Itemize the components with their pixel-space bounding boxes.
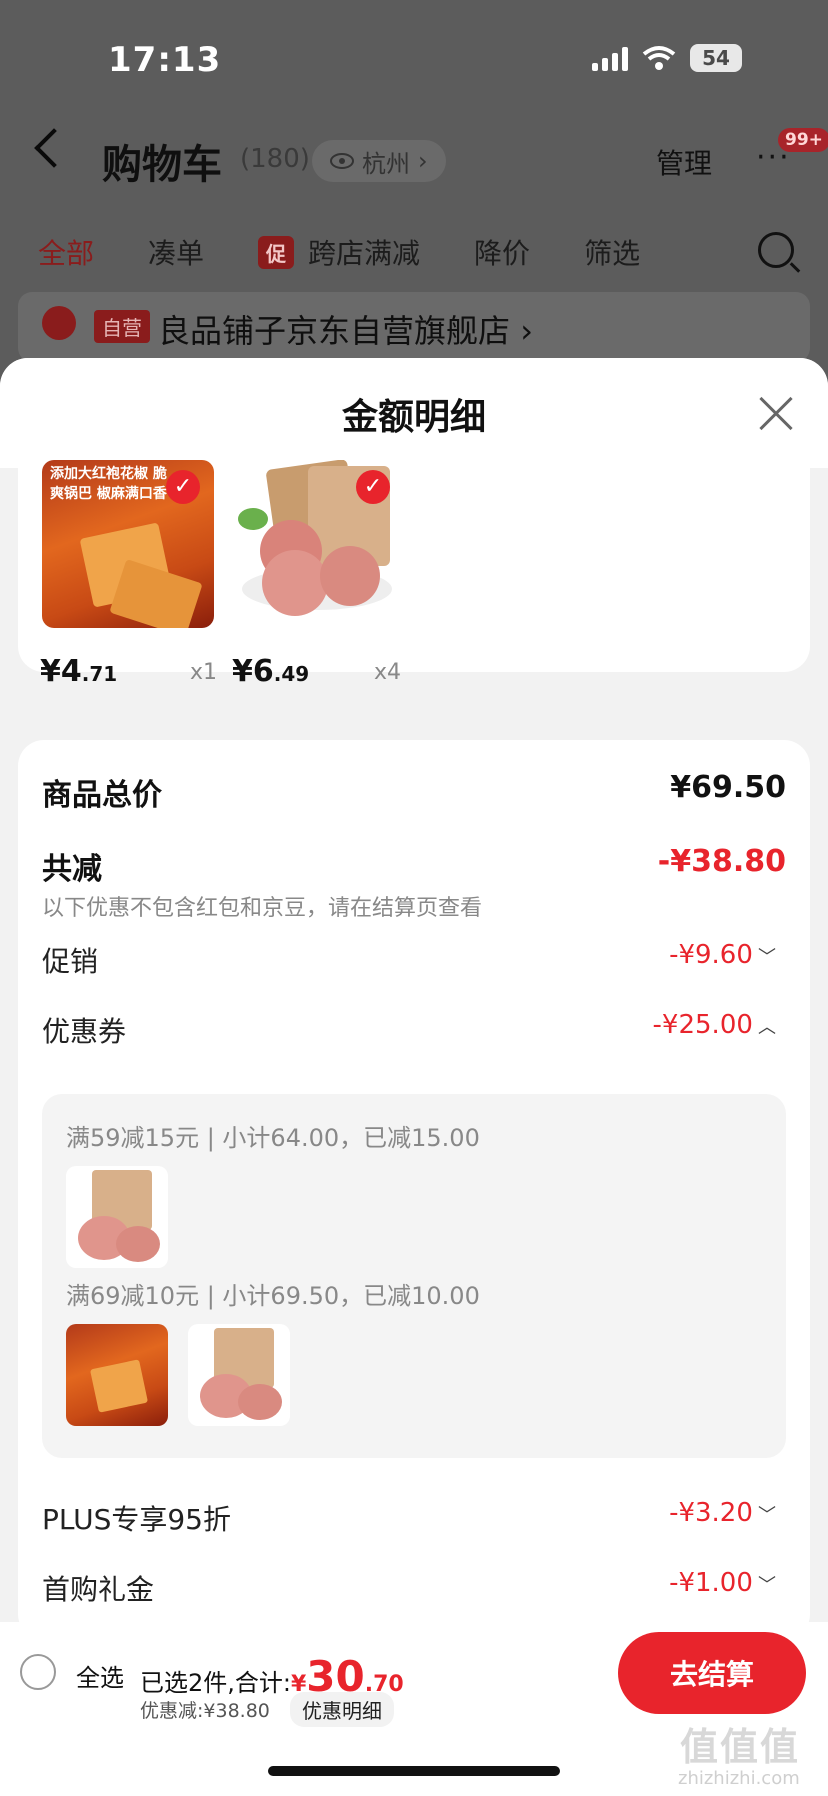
coupon-label: 优惠券 (42, 1015, 127, 1048)
hawthorn-slice (262, 550, 328, 616)
home-indicator (268, 1766, 560, 1776)
store-name-label: 良品铺子京东自营旗舰店 (158, 312, 511, 350)
status-icons: 54 (592, 44, 742, 72)
reduce-label: 共减 (42, 852, 102, 887)
tab-filter[interactable]: 筛选 (584, 232, 640, 272)
checkout-button[interactable]: 去结算 (618, 1632, 806, 1714)
promo-tag: 促 (258, 235, 295, 269)
hawthorn-slice (116, 1226, 160, 1262)
plus-row-toggle[interactable]: -¥3.20 ﹀ (669, 1498, 776, 1528)
chevron-up-icon: ︿ (758, 1017, 776, 1038)
tab-all[interactable]: 全部 (38, 232, 94, 272)
watermark: 值值值 (680, 1725, 801, 1769)
cart-count: (180) (240, 144, 310, 174)
promo-label: 促销 (42, 945, 99, 978)
coupon-product-thumb-hawthorn (66, 1166, 168, 1268)
store-check-icon[interactable] (42, 306, 76, 340)
store-self-tag: 自营 (94, 310, 150, 343)
page-title: 购物车 (102, 142, 222, 188)
location-selector[interactable]: 杭州 › (312, 140, 446, 182)
product-image-text: 添加大红袍花椒 脆爽锅巴 椒麻满口香 (50, 466, 167, 502)
product-price: ¥6.49 (232, 654, 309, 689)
close-icon[interactable] (756, 394, 796, 434)
product-qty: x4 (374, 660, 402, 685)
coupon-detail-box: 满59减15元 | 小计64.00，已减15.00 满69减10元 | 小计69… (42, 1094, 786, 1458)
chevron-down-icon: ﹀ (758, 1505, 776, 1526)
chevron-down-icon: ﹀ (758, 947, 776, 968)
search-icon[interactable] (758, 232, 794, 268)
coupon-product-thumb-spicy (66, 1324, 168, 1426)
chevron-right-icon: › (520, 312, 533, 350)
leaf-shape (238, 508, 268, 530)
select-all-label[interactable]: 全选 (76, 1658, 124, 1693)
discount-note: 以下优惠不包含红包和京豆，请在结算页查看 (42, 896, 483, 921)
promo-row-toggle[interactable]: -¥9.60 ﹀ (669, 940, 776, 970)
promo-value: -¥9.60 (669, 940, 753, 970)
plus-value: -¥3.20 (669, 1498, 753, 1528)
discount-detail-button[interactable]: 优惠明细 (290, 1692, 394, 1727)
selected-count: 已选2件,合计: (140, 1669, 291, 1697)
first-purchase-value: -¥1.00 (669, 1568, 753, 1598)
crisp-shape (109, 559, 203, 628)
product-card: 添加大红袍花椒 脆爽锅巴 椒麻满口香 ✓ ¥4.71 x1 ✓ ¥6.49 x4 (18, 460, 810, 689)
signal-icon (592, 45, 628, 71)
total-value: ¥69.50 (670, 770, 786, 805)
status-time: 17:13 (108, 40, 222, 80)
selected-check-icon[interactable]: ✓ (166, 470, 200, 504)
hawthorn-slice (320, 546, 380, 606)
coupon-line: 满59减15元 | 小计64.00，已减15.00 (66, 1124, 480, 1152)
select-all-radio[interactable] (20, 1654, 56, 1690)
hawthorn-slice (238, 1384, 282, 1420)
price-dec: .49 (273, 662, 310, 686)
coupon-value: -¥25.00 (652, 1010, 753, 1040)
eye-icon (330, 153, 354, 169)
crisp-shape (89, 1359, 149, 1413)
tab-cross-store[interactable]: 跨店满减 (308, 232, 420, 272)
total-label: 商品总价 (42, 778, 162, 813)
sheet-title: 金额明细 (341, 397, 486, 438)
watermark-url: zhizhizhi.com (678, 1768, 800, 1789)
tab-bundle[interactable]: 凑单 (148, 232, 204, 272)
selected-check-icon[interactable]: ✓ (356, 470, 390, 504)
price-dec: .71 (81, 662, 118, 686)
tab-price-drop[interactable]: 降价 (474, 232, 530, 272)
chevron-right-icon: › (418, 147, 428, 175)
first-purchase-row-toggle[interactable]: -¥1.00 ﹀ (669, 1568, 776, 1598)
battery-icon: 54 (690, 44, 742, 72)
amount-detail-sheet: 金额明细 添加大红袍花椒 脆爽锅巴 椒麻满口香 ✓ ¥4.71 x1 ✓ ¥6.… (0, 358, 828, 1796)
coupon-product-thumb-hawthorn (188, 1324, 290, 1426)
coupon-line: 满69减10元 | 小计69.50，已减10.00 (66, 1282, 480, 1310)
plus-label: PLUS专享95折 (42, 1503, 231, 1536)
manage-button[interactable]: 管理 (656, 142, 712, 182)
chevron-down-icon: ﹀ (758, 1575, 776, 1596)
first-purchase-label: 首购礼金 (42, 1573, 155, 1606)
discount-summary: 优惠减:¥38.80 (140, 1700, 270, 1722)
price-int: ¥6 (232, 654, 274, 689)
message-badge: 99+ (778, 128, 828, 152)
store-name[interactable]: 良品铺子京东自营旗舰店 › (158, 306, 533, 352)
product-qty: x1 (190, 660, 218, 685)
wifi-icon (642, 46, 676, 70)
coupon-row-toggle[interactable]: -¥25.00 ︿ (653, 1010, 776, 1040)
location-label: 杭州 (362, 149, 410, 178)
filter-tabs: 全部 凑单 促 跨店满减 降价 筛选 (38, 232, 640, 272)
reduce-value: -¥38.80 (657, 844, 786, 879)
amount-summary-card: 商品总价 ¥69.50 共减 -¥38.80 以下优惠不包含红包和京豆，请在结算… (18, 740, 810, 1640)
price-int: ¥4 (40, 654, 82, 689)
product-price: ¥4.71 (40, 654, 117, 689)
